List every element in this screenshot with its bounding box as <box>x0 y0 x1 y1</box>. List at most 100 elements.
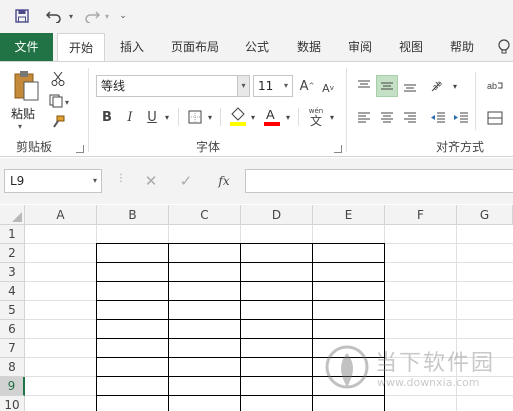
increase-indent-icon[interactable] <box>451 108 471 128</box>
tab-view[interactable]: 视图 <box>391 33 431 61</box>
column-header[interactable]: E <box>313 205 385 225</box>
group-separator <box>88 68 89 152</box>
font-size-value: 11 <box>258 79 274 93</box>
tab-data[interactable]: 数据 <box>289 33 329 61</box>
underline-dropdown-icon[interactable]: ▾ <box>162 107 172 127</box>
formula-input[interactable] <box>245 169 513 193</box>
tab-file[interactable]: 文件 <box>0 33 53 61</box>
font-color-dropdown-icon[interactable]: ▾ <box>283 107 293 127</box>
decrease-indent-icon[interactable] <box>428 108 448 128</box>
italic-button[interactable]: I <box>121 107 139 127</box>
divider <box>178 108 179 126</box>
select-all-corner[interactable] <box>0 205 25 225</box>
borders-dropdown-icon[interactable]: ▾ <box>205 107 215 127</box>
merge-center-icon[interactable] <box>484 108 506 128</box>
orientation-dropdown-icon[interactable]: ▾ <box>450 76 460 96</box>
ribbon-home: 粘贴 ▾ ▾ 剪贴板 等线 ▾ 11 ▾ A ^ Av B I U ▾ ▾ ▾ A… <box>0 61 513 157</box>
divider <box>475 72 476 130</box>
column-header[interactable]: C <box>169 205 241 225</box>
row-header[interactable]: 10 <box>0 396 25 411</box>
column-header[interactable]: G <box>457 205 513 225</box>
align-top-icon[interactable] <box>354 76 374 96</box>
lightbulb-icon[interactable] <box>495 33 513 61</box>
name-box[interactable]: L9 ▾ <box>4 169 102 193</box>
resize-handle-icon[interactable]: ⋮ <box>116 173 126 184</box>
tab-insert[interactable]: 插入 <box>112 33 152 61</box>
font-name-value: 等线 <box>101 79 126 93</box>
clipboard-group-label: 剪贴板 <box>16 140 53 154</box>
group-separator <box>346 68 347 152</box>
paste-label[interactable]: 粘贴 <box>11 105 35 122</box>
orientation-icon[interactable]: ab <box>428 76 450 96</box>
undo-dropdown-icon[interactable]: ▾ <box>66 7 76 25</box>
tab-home[interactable]: 开始 <box>57 33 105 62</box>
customize-toolbar-icon[interactable]: ⌄ <box>118 7 128 25</box>
font-name-combo[interactable]: 等线 ▾ <box>96 75 250 97</box>
align-middle-icon[interactable] <box>376 75 398 97</box>
shrink-font-icon[interactable]: Av <box>319 78 337 98</box>
cut-icon[interactable] <box>48 70 68 88</box>
row-header[interactable]: 2 <box>0 244 25 263</box>
underline-button[interactable]: U <box>143 107 161 127</box>
chevron-down-icon[interactable]: ▾ <box>280 76 292 96</box>
save-icon[interactable] <box>12 7 32 25</box>
svg-text:▾: ▾ <box>65 98 69 107</box>
chevron-down-icon[interactable]: ▾ <box>93 170 97 192</box>
align-center-icon[interactable] <box>377 108 397 128</box>
row-header[interactable]: 8 <box>0 358 25 377</box>
align-left-icon[interactable] <box>354 108 374 128</box>
quick-access-toolbar: ▾ ▾ ⌄ <box>0 0 513 33</box>
grow-font-icon[interactable]: A ^ <box>298 76 316 96</box>
divider <box>298 108 299 126</box>
bold-button[interactable]: B <box>98 107 116 127</box>
cancel-icon[interactable]: ✕ <box>140 171 162 191</box>
row-header[interactable]: 4 <box>0 282 25 301</box>
tab-page-layout[interactable]: 页面布局 <box>164 33 226 61</box>
undo-icon[interactable] <box>44 7 64 25</box>
row-header[interactable]: 1 <box>0 225 25 244</box>
tab-help[interactable]: 帮助 <box>442 33 482 61</box>
row-header-selected[interactable]: 9 <box>0 377 25 396</box>
formula-bar: L9 ▾ ⋮ ✕ ✓ fx <box>0 158 513 204</box>
borders-icon[interactable] <box>186 107 204 127</box>
clipboard-launcher-icon[interactable] <box>76 145 84 153</box>
column-header[interactable]: F <box>385 205 457 225</box>
fill-color-icon[interactable] <box>228 105 248 127</box>
tab-formulas[interactable]: 公式 <box>237 33 277 61</box>
row-header[interactable]: 7 <box>0 339 25 358</box>
column-header[interactable]: A <box>25 205 97 225</box>
align-right-icon[interactable] <box>400 108 420 128</box>
alignment-group-label: 对齐方式 <box>436 140 485 154</box>
wrap-text-icon[interactable]: ab <box>484 76 506 96</box>
svg-text:ab: ab <box>487 81 497 91</box>
enter-icon[interactable]: ✓ <box>175 171 197 191</box>
row-header[interactable]: 6 <box>0 320 25 339</box>
chevron-down-icon[interactable]: ▾ <box>237 76 249 96</box>
row-header[interactable]: 3 <box>0 263 25 282</box>
watermark-title: 当下软件园 <box>375 351 496 376</box>
tab-review[interactable]: 审阅 <box>340 33 380 61</box>
column-header[interactable]: B <box>97 205 169 225</box>
phonetic-guide-icon[interactable]: wén 文 <box>305 104 327 130</box>
redo-icon[interactable] <box>82 7 102 25</box>
font-launcher-icon[interactable] <box>334 145 342 153</box>
paste-icon[interactable] <box>10 70 42 102</box>
column-header[interactable]: D <box>241 205 313 225</box>
phonetic-dropdown-icon[interactable]: ▾ <box>327 107 337 127</box>
ribbon-tabs: 文件 开始 插入 页面布局 公式 数据 审阅 视图 帮助 <box>0 33 513 62</box>
font-color-icon[interactable]: A <box>262 105 282 127</box>
row-header[interactable]: 5 <box>0 301 25 320</box>
font-size-combo[interactable]: 11 ▾ <box>253 75 293 97</box>
format-painter-icon[interactable] <box>48 114 68 132</box>
watermark-logo-icon <box>325 345 369 389</box>
divider <box>220 108 221 126</box>
fill-color-dropdown-icon[interactable]: ▾ <box>248 107 258 127</box>
insert-function-button[interactable]: fx <box>212 171 236 191</box>
name-box-value: L9 <box>10 174 25 188</box>
align-bottom-icon[interactable] <box>400 76 420 96</box>
paste-dropdown-icon[interactable]: ▾ <box>18 122 22 131</box>
watermark: 当下软件园 www.downxia.com <box>325 343 513 403</box>
copy-icon[interactable]: ▾ <box>46 92 74 110</box>
redo-dropdown-icon[interactable]: ▾ <box>102 7 112 25</box>
font-group-label: 字体 <box>196 140 221 154</box>
